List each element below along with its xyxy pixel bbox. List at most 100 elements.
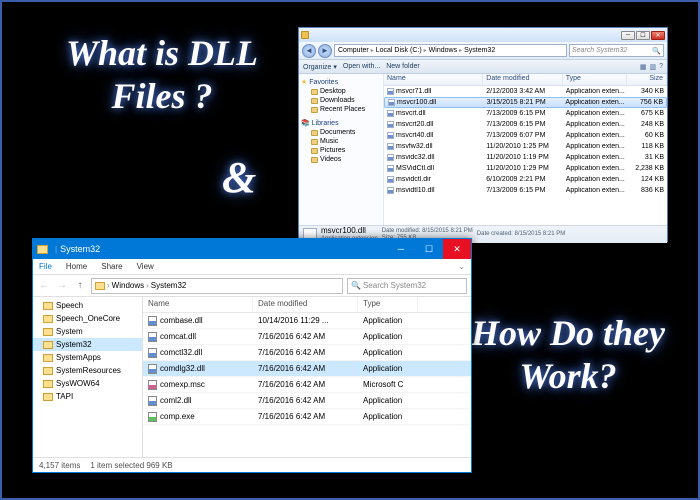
headline-2: How Do they Work?: [468, 312, 668, 398]
libraries-header[interactable]: 📚Libraries: [301, 118, 381, 128]
newfolder-button[interactable]: New folder: [386, 63, 419, 70]
ribbon-tabs: File Home Share View ⌄: [33, 259, 471, 275]
search-input[interactable]: Search System32 🔍: [569, 44, 664, 57]
nav-item[interactable]: Documents: [301, 128, 381, 137]
tab-home[interactable]: Home: [66, 262, 87, 271]
file-row[interactable]: coml2.dll7/16/2016 6:42 AMApplication: [143, 393, 471, 409]
tab-file[interactable]: File: [39, 262, 52, 271]
preview-button[interactable]: ▥: [649, 63, 656, 71]
breadcrumb[interactable]: › Windows › System32: [91, 278, 343, 294]
nav-item[interactable]: Desktop: [301, 87, 381, 96]
folder-icon: [43, 302, 53, 310]
file-row[interactable]: msvfw32.dll11/20/2010 1:25 PMApplication…: [384, 141, 667, 152]
maximize-button[interactable]: ☐: [636, 31, 650, 40]
favorites-header[interactable]: ★Favorites: [301, 77, 381, 87]
win10-nav-pane: SpeechSpeech_OneCoreSystemSystem32System…: [33, 297, 143, 457]
win7-nav-pane: ★Favorites Desktop Downloads Recent Plac…: [299, 74, 384, 225]
crumb[interactable]: System32: [463, 47, 496, 54]
back-button[interactable]: ◄: [302, 44, 316, 58]
expand-ribbon-button[interactable]: ⌄: [458, 262, 465, 271]
file-row[interactable]: comcat.dll7/16/2016 6:42 AMApplication: [143, 329, 471, 345]
col-size[interactable]: Size: [627, 74, 667, 85]
folder-icon: [43, 393, 53, 401]
win7-explorer-window: ─ ☐ ✕ ◄ ► Computer▸ Local Disk (C:)▸ Win…: [298, 27, 668, 242]
crumb[interactable]: Windows: [112, 281, 144, 290]
col-modified[interactable]: Date modified: [253, 297, 358, 312]
column-headers: Name Date modified Type: [143, 297, 471, 313]
folder-icon: [311, 139, 318, 145]
file-row[interactable]: comp.exe7/16/2016 6:42 AMApplication: [143, 409, 471, 425]
crumb[interactable]: Windows: [428, 47, 458, 54]
tree-item[interactable]: Speech: [33, 299, 142, 312]
ampersand: &: [222, 152, 256, 205]
folder-icon: [43, 328, 53, 336]
win10-titlebar[interactable]: | System32 ─ ☐ ✕: [33, 239, 471, 259]
file-icon: [148, 348, 157, 358]
file-row[interactable]: msvidc32.dll11/20/2010 1:19 PMApplicatio…: [384, 152, 667, 163]
file-icon: [387, 165, 394, 172]
file-row[interactable]: comexp.msc7/16/2016 6:42 AMMicrosoft C: [143, 377, 471, 393]
tree-item[interactable]: Speech_OneCore: [33, 312, 142, 325]
file-row[interactable]: msvcr100.dll3/15/2015 8:21 PMApplication…: [384, 97, 667, 108]
breadcrumb[interactable]: Computer▸ Local Disk (C:)▸ Windows▸ Syst…: [334, 44, 567, 57]
crumb[interactable]: System32: [151, 281, 187, 290]
file-row[interactable]: comctl32.dll7/16/2016 6:42 AMApplication: [143, 345, 471, 361]
chevron-right-icon: ▸: [459, 47, 462, 54]
file-row[interactable]: msvcrt40.dll7/13/2009 6:07 PMApplication…: [384, 130, 667, 141]
file-row[interactable]: MSVidCtl.dll11/20/2010 1:29 PMApplicatio…: [384, 163, 667, 174]
nav-item[interactable]: Music: [301, 137, 381, 146]
item-count: 4,157 items: [39, 461, 80, 470]
crumb[interactable]: Local Disk (C:): [375, 47, 423, 54]
win10-explorer-window: | System32 ─ ☐ ✕ File Home Share View ⌄ …: [32, 238, 472, 473]
tree-item[interactable]: System32: [33, 338, 142, 351]
col-modified[interactable]: Date modified: [483, 74, 562, 85]
chevron-right-icon: ›: [107, 281, 110, 290]
close-button[interactable]: ✕: [443, 239, 471, 259]
file-row[interactable]: msvcrt.dll7/13/2009 6:15 PMApplication e…: [384, 108, 667, 119]
maximize-button[interactable]: ☐: [415, 239, 443, 259]
file-icon: [388, 99, 395, 106]
win7-navbar: ◄ ► Computer▸ Local Disk (C:)▸ Windows▸ …: [299, 42, 667, 60]
crumb[interactable]: Computer: [337, 47, 370, 54]
library-icon: 📚: [301, 119, 310, 127]
search-input[interactable]: 🔍 Search System32: [347, 278, 467, 294]
file-icon: [387, 121, 394, 128]
tree-item[interactable]: SystemApps: [33, 351, 142, 364]
back-button[interactable]: ←: [37, 280, 51, 291]
organize-button[interactable]: Organize ▾: [303, 63, 337, 71]
col-type[interactable]: Type: [563, 74, 628, 85]
tree-item[interactable]: SysWOW64: [33, 377, 142, 390]
col-name[interactable]: Name: [384, 74, 483, 85]
file-row[interactable]: combase.dll10/14/2016 11:29 ...Applicati…: [143, 313, 471, 329]
tree-item[interactable]: System: [33, 325, 142, 338]
col-name[interactable]: Name: [143, 297, 253, 312]
nav-item[interactable]: Downloads: [301, 96, 381, 105]
file-row[interactable]: msvcrt20.dll7/13/2009 6:15 PMApplication…: [384, 119, 667, 130]
nav-item[interactable]: Videos: [301, 155, 381, 164]
chevron-right-icon: ▸: [424, 47, 427, 54]
close-button[interactable]: ✕: [651, 31, 665, 40]
nav-item[interactable]: Recent Places: [301, 105, 381, 114]
folder-icon: [301, 31, 309, 39]
tree-item[interactable]: SystemResources: [33, 364, 142, 377]
nav-item[interactable]: Pictures: [301, 146, 381, 155]
help-button[interactable]: ?: [659, 63, 663, 71]
openwith-button[interactable]: Open with...: [343, 63, 380, 70]
minimize-button[interactable]: ─: [387, 239, 415, 259]
file-row[interactable]: msvcr71.dll2/12/2003 3:42 AMApplication …: [384, 86, 667, 97]
file-row[interactable]: msvidtl10.dll7/13/2009 6:15 PMApplicatio…: [384, 185, 667, 196]
forward-button[interactable]: →: [55, 280, 69, 291]
file-row[interactable]: comdlg32.dll7/16/2016 6:42 AMApplication: [143, 361, 471, 377]
address-bar: ← → ↑ › Windows › System32 🔍 Search Syst…: [33, 275, 471, 297]
tree-item[interactable]: TAPI: [33, 390, 142, 403]
col-type[interactable]: Type: [358, 297, 418, 312]
minimize-button[interactable]: ─: [621, 31, 635, 40]
tab-share[interactable]: Share: [101, 262, 122, 271]
status-bar: 4,157 items 1 item selected 969 KB: [33, 457, 471, 472]
file-row[interactable]: msvidctl.dir6/10/2009 2:21 PMApplication…: [384, 174, 667, 185]
up-button[interactable]: ↑: [73, 280, 87, 291]
forward-button[interactable]: ►: [318, 44, 332, 58]
view-button[interactable]: ▦: [640, 63, 647, 71]
tab-view[interactable]: View: [137, 262, 154, 271]
win7-titlebar[interactable]: ─ ☐ ✕: [299, 28, 667, 42]
